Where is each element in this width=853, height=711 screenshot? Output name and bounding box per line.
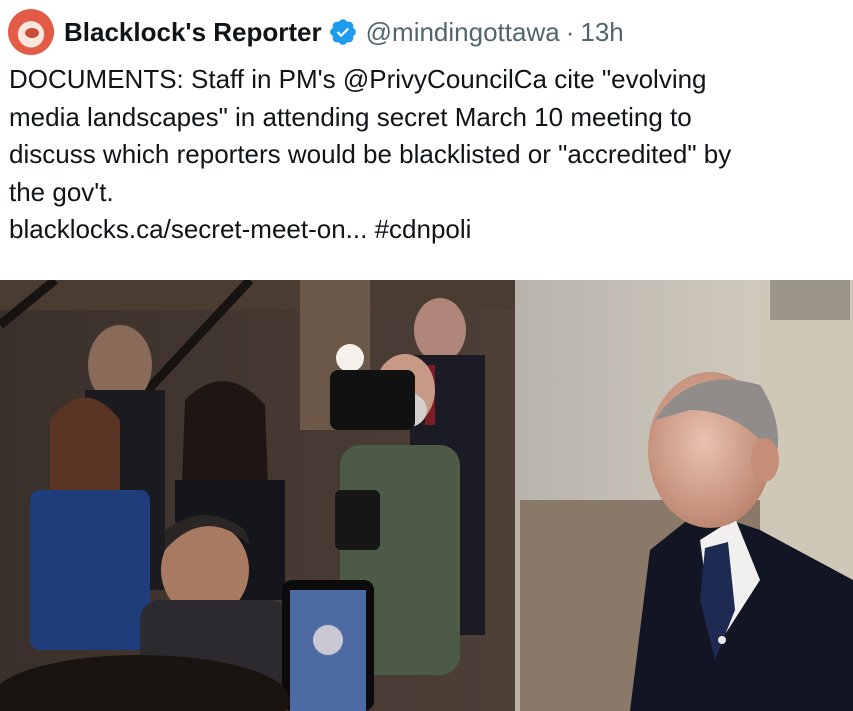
- timestamp-link[interactable]: 13h: [580, 17, 623, 48]
- display-name[interactable]: Blacklock's Reporter: [64, 17, 322, 48]
- avatar[interactable]: [8, 9, 54, 55]
- tweet-text-line: media landscapes" in attending secret Ma…: [9, 101, 692, 132]
- tweet-text-line: discuss which reporters would be blackli…: [9, 139, 732, 169]
- verified-badge-icon: [329, 19, 356, 45]
- handle-link[interactable]: @mindingottawa: [366, 17, 560, 48]
- tweet-header: Blacklock's Reporter @mindingottawa · 13…: [8, 8, 624, 56]
- tweet-link-line[interactable]: blacklocks.ca/secret-meet-on... #cdnpoli: [9, 211, 845, 249]
- tweet-photo[interactable]: [0, 280, 853, 711]
- tweet-text-line: DOCUMENTS: Staff in PM's @PrivyCouncilCa…: [9, 64, 707, 94]
- separator-dot: ·: [565, 16, 575, 47]
- tweet-text: DOCUMENTS: Staff in PM's @PrivyCouncilCa…: [9, 61, 845, 249]
- photo-of-press-scrum-icon: [0, 280, 853, 711]
- tweet-text-line: the gov't.: [9, 176, 114, 207]
